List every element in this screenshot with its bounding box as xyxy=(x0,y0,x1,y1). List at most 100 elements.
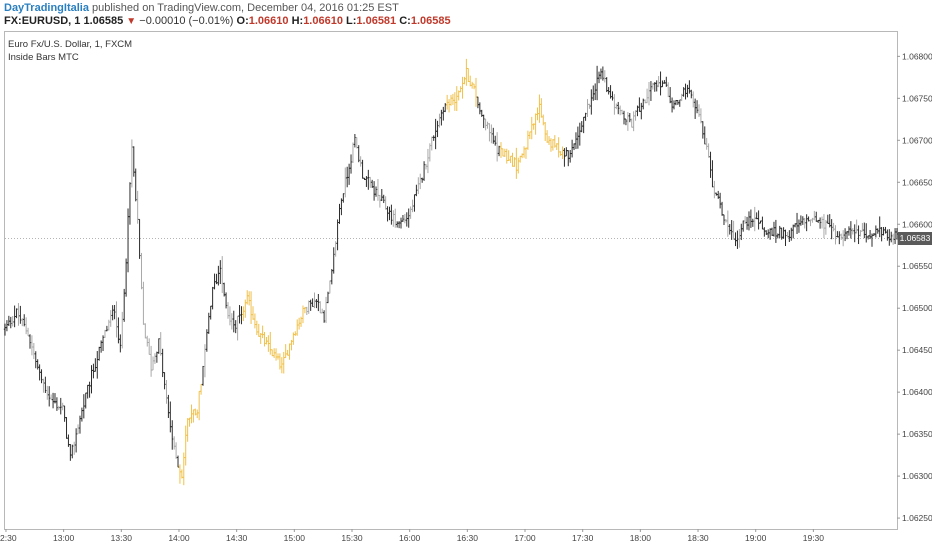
x-tick-label: 14:00 xyxy=(168,533,190,543)
ohlc-bar xyxy=(801,216,805,225)
ohlc-bar xyxy=(115,301,118,338)
ohlc-bar xyxy=(324,296,328,324)
ohlc-bar xyxy=(776,233,780,239)
ohlc-bar xyxy=(305,306,309,315)
y-tick-label: 1.06800 xyxy=(902,51,932,61)
ohlc-bar xyxy=(726,210,730,237)
ohlc-bar xyxy=(474,77,478,107)
ohlc-bar xyxy=(109,310,112,327)
ohlc-bar xyxy=(351,142,355,163)
ohlc-bar xyxy=(540,98,543,118)
ohlc-bar xyxy=(530,116,533,140)
ohlc-bar xyxy=(768,228,772,240)
ohlc-bar xyxy=(28,334,32,349)
ohlc-bar xyxy=(613,94,616,115)
ohlc-bar xyxy=(603,70,606,83)
ohlc-bar xyxy=(59,397,62,415)
ohlc-bar xyxy=(430,136,433,151)
ohlc-bar xyxy=(409,206,412,219)
ohlc-bar xyxy=(607,87,610,95)
ohlc-bar xyxy=(73,441,76,455)
ohlc-bar xyxy=(692,91,695,108)
ohlc-bar xyxy=(434,118,437,150)
ohlc-bar xyxy=(136,190,139,224)
x-tick-label: 12:30 xyxy=(0,533,17,543)
ohlc-bar xyxy=(236,315,239,341)
ohlc-bar xyxy=(255,320,259,336)
ohlc-bar xyxy=(240,306,243,325)
ohlc-bar xyxy=(142,281,145,325)
ohlc-bar xyxy=(795,212,799,235)
ohlc-bar xyxy=(749,209,753,228)
ohlc-bar xyxy=(784,229,787,246)
ohlc-bar xyxy=(753,206,756,232)
ohlc-bar xyxy=(397,221,401,229)
ohlc-bar xyxy=(478,102,482,115)
ohlc-bar xyxy=(667,82,670,98)
ohlc-bar xyxy=(388,206,391,221)
y-tick-label: 1.06700 xyxy=(902,135,932,145)
ohlc-bar xyxy=(780,227,783,240)
ohlc-bar xyxy=(499,142,503,158)
ohlc-bar xyxy=(51,392,55,409)
ohlc-bar xyxy=(826,214,829,224)
ohlc-bars xyxy=(3,58,899,486)
ohlc-bar xyxy=(361,159,364,179)
x-tick-label: 19:00 xyxy=(745,533,767,543)
ohlc-bar xyxy=(574,132,578,150)
ohlc-bar xyxy=(699,108,703,124)
ohlc-bar xyxy=(734,232,737,247)
ohlc-bar xyxy=(344,167,347,198)
ohlc-bar xyxy=(242,306,245,322)
ohlc-bar xyxy=(336,219,339,251)
ohlc-bar xyxy=(505,148,508,164)
ohlc-bar xyxy=(419,173,422,190)
y-tick-label: 1.06350 xyxy=(902,429,932,439)
ohlc-bar xyxy=(332,247,335,274)
ohlc-bar xyxy=(647,81,651,106)
ohlc-bar xyxy=(893,228,897,245)
ohlc-bar xyxy=(211,286,214,310)
ohlc-bar xyxy=(580,121,583,133)
ohlc-bar xyxy=(557,137,560,158)
ohlc-bar xyxy=(36,359,39,370)
ohlc-bar xyxy=(121,311,124,349)
ohlc-bar xyxy=(747,211,751,231)
x-tick-label: 15:00 xyxy=(284,533,306,543)
ohlc-bar xyxy=(105,325,109,332)
ohlc-bar xyxy=(770,227,774,236)
ohlc-bar xyxy=(122,288,126,322)
ohlc-bar xyxy=(42,378,45,393)
current-price-label: 1.06583 xyxy=(898,232,932,246)
ohlc-bar xyxy=(649,81,653,101)
x-tick-label: 16:00 xyxy=(399,533,421,543)
ohlc-bar xyxy=(157,338,160,354)
ohlc-bar xyxy=(147,338,151,355)
ohlc-bar xyxy=(597,71,601,84)
ohlc-bar xyxy=(392,210,395,227)
ohlc-bar xyxy=(592,85,595,101)
price-chart[interactable]: 1.06800 1.06750 1.06700 1.06650 1.06600 1.065… xyxy=(0,0,932,550)
ohlc-bar xyxy=(126,208,130,273)
x-tick-label: 17:30 xyxy=(572,533,594,543)
ohlc-bar xyxy=(167,394,170,418)
ohlc-bar xyxy=(868,229,872,240)
ohlc-bar xyxy=(836,231,839,238)
ohlc-bar xyxy=(30,335,34,356)
ohlc-bar xyxy=(851,228,854,235)
ohlc-bar xyxy=(640,102,643,120)
ohlc-bar xyxy=(774,219,778,243)
ohlc-bar xyxy=(107,319,111,331)
ohlc-bar xyxy=(342,193,345,203)
y-tick-label: 1.06600 xyxy=(902,219,932,229)
ohlc-bar xyxy=(221,256,224,294)
ohlc-bar xyxy=(482,114,485,129)
ohlc-bar xyxy=(165,379,168,404)
ohlc-bar xyxy=(634,110,637,121)
ohlc-bar xyxy=(282,351,285,374)
ohlc-bar xyxy=(376,179,380,201)
ohlc-bar xyxy=(315,299,318,309)
ohlc-bar xyxy=(197,390,201,421)
ohlc-bar xyxy=(340,198,343,216)
ohlc-bar xyxy=(470,81,474,89)
